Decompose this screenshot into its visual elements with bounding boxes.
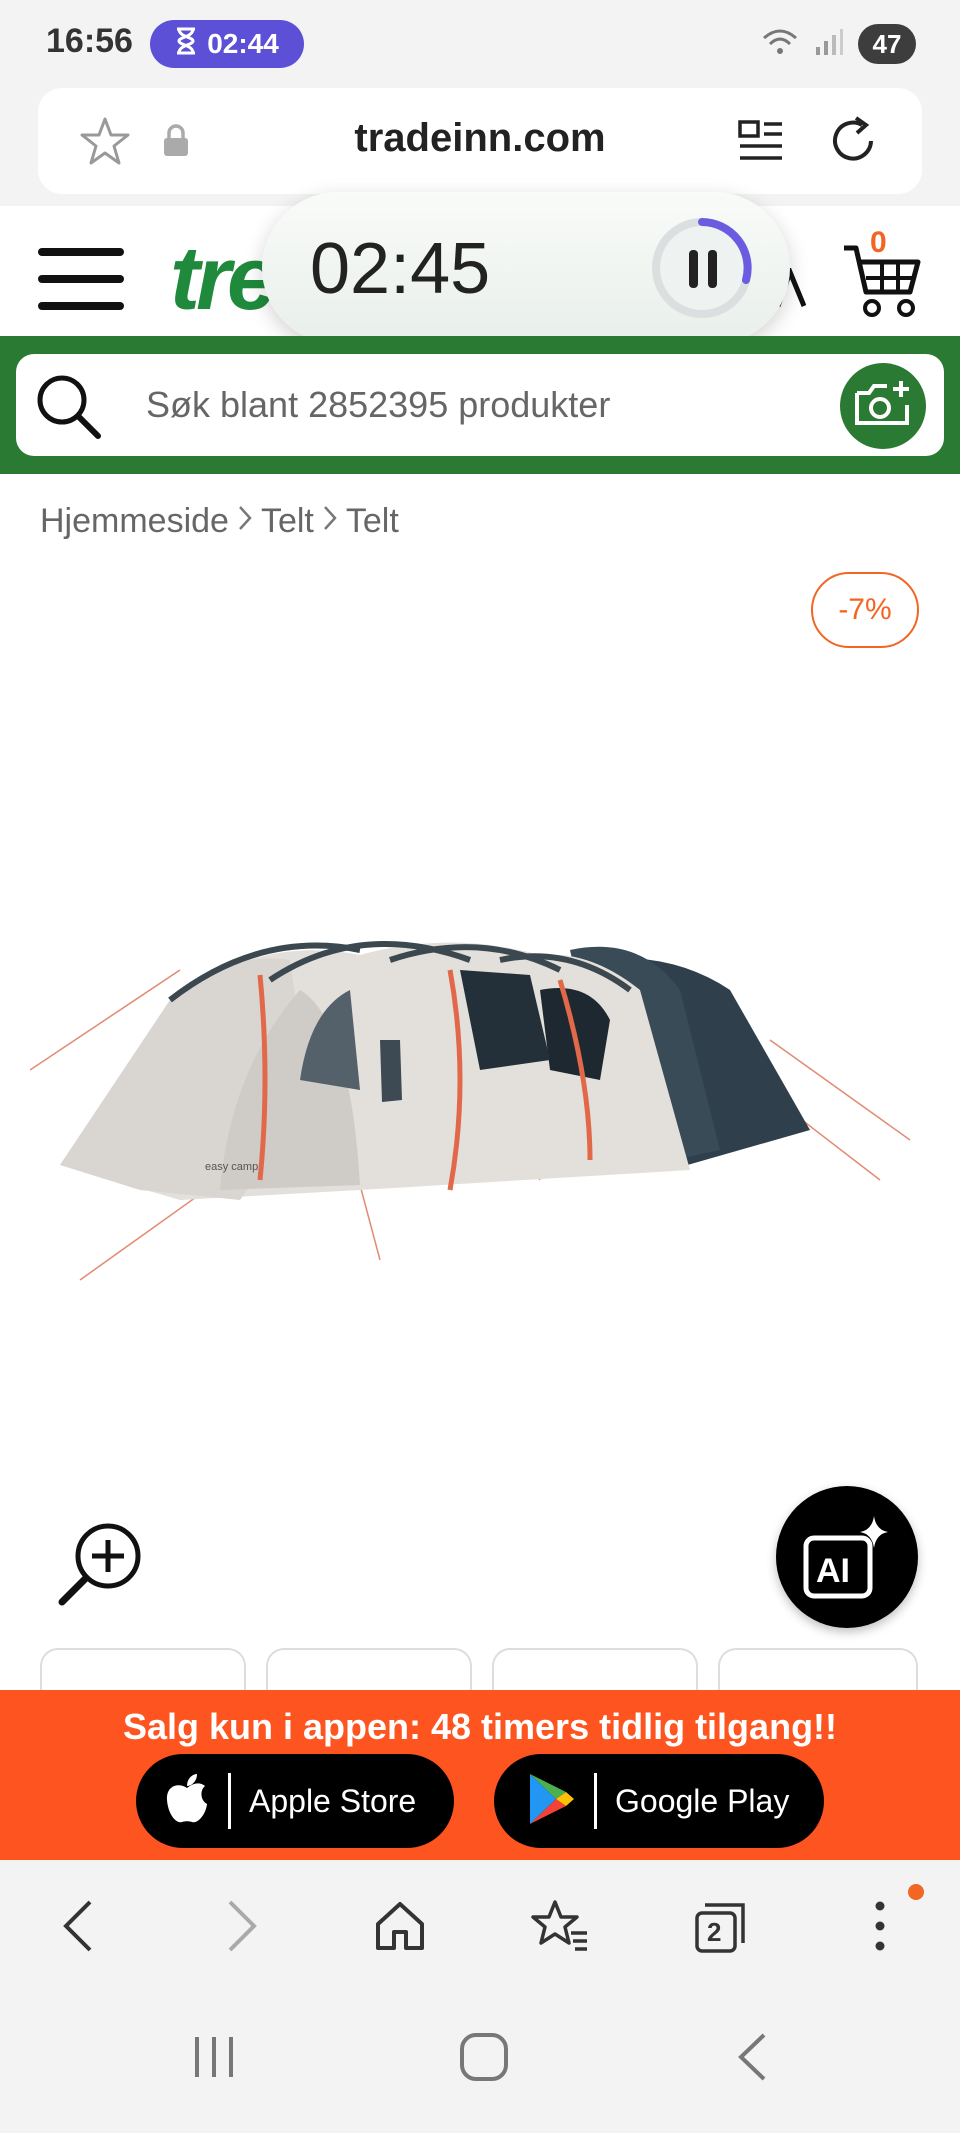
tabs-icon: 2 bbox=[693, 1901, 747, 1955]
search-box[interactable]: Søk blant 2852395 produkter bbox=[16, 354, 944, 456]
app-promo-banner: Salg kun i appen: 48 timers tidlig tilga… bbox=[0, 1690, 960, 1860]
site-logo[interactable]: tre bbox=[170, 228, 277, 331]
status-bar: 16:56 02:44 47 bbox=[0, 0, 960, 88]
product-brand-mark: easy camp bbox=[205, 1161, 258, 1173]
forward-icon bbox=[224, 1898, 260, 1959]
more-menu-button[interactable] bbox=[840, 1888, 920, 1968]
system-back-button[interactable] bbox=[712, 2024, 792, 2094]
notification-dot bbox=[908, 1884, 924, 1900]
ai-label: AI bbox=[816, 1552, 850, 1590]
breadcrumb: Hjemmeside Telt Telt bbox=[40, 502, 399, 541]
apple-store-label: Apple Store bbox=[249, 1782, 417, 1819]
browser-toolbar: 2 bbox=[0, 1860, 960, 1994]
discount-badge: -7% bbox=[811, 572, 919, 648]
status-time: 16:56 bbox=[46, 22, 133, 60]
url-text[interactable]: tradeinn.com bbox=[38, 116, 922, 161]
signal-icon bbox=[814, 27, 844, 62]
cart-count: 0 bbox=[870, 226, 887, 259]
apple-icon bbox=[164, 1772, 210, 1831]
zoom-in-icon bbox=[56, 1523, 146, 1612]
system-home-button[interactable] bbox=[444, 2024, 524, 2094]
home-button[interactable] bbox=[360, 1888, 440, 1968]
hamburger-menu-icon[interactable] bbox=[38, 246, 126, 317]
system-navigation-bar bbox=[0, 1994, 960, 2133]
camera-plus-icon bbox=[853, 379, 913, 434]
wifi-icon bbox=[760, 26, 800, 63]
battery-level: 47 bbox=[872, 28, 902, 59]
google-play-button[interactable]: Google Play bbox=[494, 1754, 824, 1848]
pause-button[interactable] bbox=[652, 218, 752, 318]
reload-icon[interactable] bbox=[826, 114, 880, 173]
more-icon bbox=[874, 1900, 886, 1957]
pause-icon bbox=[686, 248, 720, 295]
status-icons: 47 bbox=[760, 24, 916, 64]
recent-apps-icon bbox=[191, 2035, 237, 2084]
address-bar[interactable]: tradeinn.com bbox=[38, 88, 922, 194]
timer-pill[interactable]: 02:44 bbox=[150, 20, 304, 68]
zoom-in-button[interactable] bbox=[56, 1518, 146, 1608]
promo-text: Salg kun i appen: 48 timers tidlig tilga… bbox=[122, 1706, 838, 1747]
google-play-icon bbox=[526, 1772, 576, 1831]
bookmarks-button[interactable] bbox=[520, 1888, 600, 1968]
ai-assistant-button[interactable]: AI bbox=[776, 1486, 918, 1628]
discount-text: -7% bbox=[838, 593, 892, 626]
divider bbox=[228, 1773, 231, 1829]
chevron-right-icon bbox=[322, 502, 338, 541]
ai-sparkle-icon: AI bbox=[802, 1514, 898, 1609]
floating-timer-time: 02:45 bbox=[310, 229, 491, 309]
system-home-icon bbox=[459, 2032, 509, 2087]
timer-pill-text: 02:44 bbox=[207, 28, 279, 59]
floating-timer[interactable]: 02:45 bbox=[262, 192, 790, 344]
google-play-label: Google Play bbox=[615, 1782, 790, 1819]
home-icon bbox=[374, 1900, 426, 1957]
divider bbox=[594, 1773, 597, 1829]
search-band: Søk blant 2852395 produkter bbox=[0, 336, 960, 474]
battery-icon: 47 bbox=[858, 24, 916, 64]
forward-button[interactable] bbox=[202, 1888, 282, 1968]
chevron-right-icon bbox=[237, 502, 253, 541]
reader-mode-icon[interactable] bbox=[738, 118, 784, 169]
system-back-icon bbox=[736, 2032, 768, 2087]
browser-address-area: tradeinn.com bbox=[0, 88, 960, 206]
hourglass-icon bbox=[175, 27, 197, 62]
breadcrumb-category[interactable]: Telt bbox=[261, 502, 314, 541]
search-icon[interactable] bbox=[34, 372, 104, 447]
breadcrumb-current[interactable]: Telt bbox=[346, 502, 399, 541]
product-image[interactable]: easy camp bbox=[29, 880, 930, 1300]
tab-count: 2 bbox=[707, 1917, 722, 1947]
back-icon bbox=[60, 1898, 96, 1959]
breadcrumb-home[interactable]: Hjemmeside bbox=[40, 502, 229, 541]
back-button[interactable] bbox=[38, 1888, 118, 1968]
tabs-button[interactable]: 2 bbox=[680, 1888, 760, 1968]
recent-apps-button[interactable] bbox=[174, 2024, 254, 2094]
bookmarks-icon bbox=[531, 1899, 589, 1958]
search-input[interactable]: Søk blant 2852395 produkter bbox=[146, 384, 610, 426]
apple-store-button[interactable]: Apple Store bbox=[136, 1754, 454, 1848]
camera-search-button[interactable] bbox=[840, 363, 926, 449]
